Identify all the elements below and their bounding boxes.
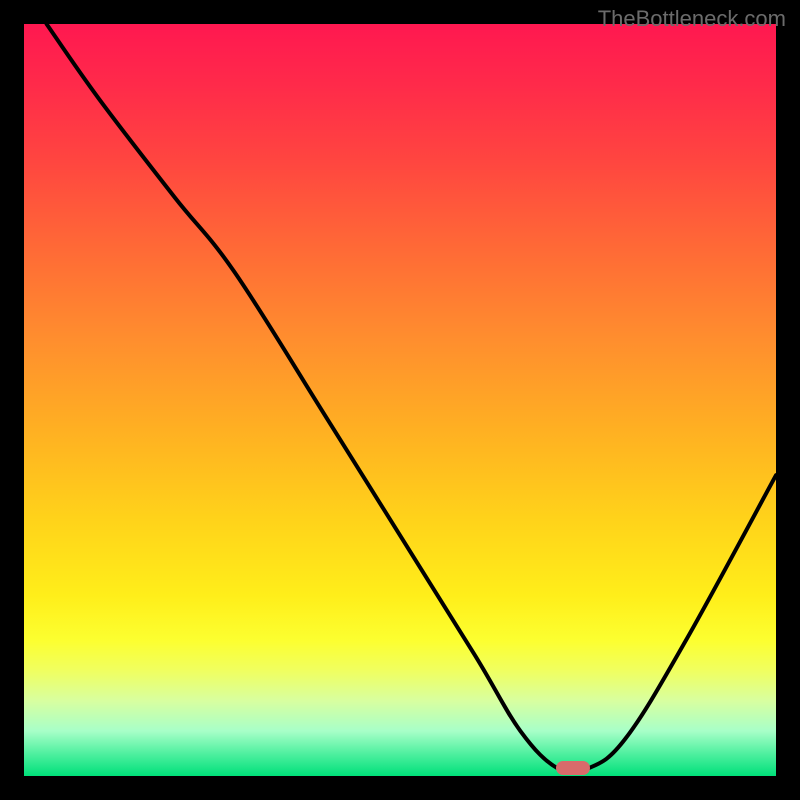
- watermark-text: TheBottleneck.com: [598, 6, 786, 32]
- plot-area: [24, 24, 776, 776]
- optimal-point-marker: [556, 761, 590, 775]
- curve-svg: [24, 24, 776, 776]
- bottleneck-curve: [47, 24, 776, 773]
